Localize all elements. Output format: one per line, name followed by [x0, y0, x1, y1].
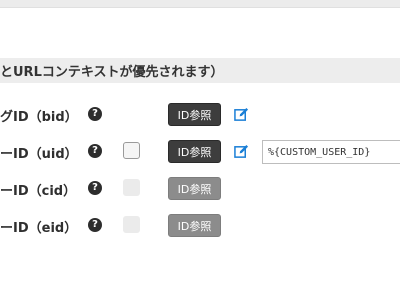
- top-divider: [0, 0, 400, 8]
- field-label-cid: ーID（cid）: [0, 184, 77, 199]
- id-row-cid: ーID（cid） ? ID参照: [0, 177, 400, 201]
- field-label-eid: ーID（eid）: [0, 221, 78, 236]
- id-reference-button-bid[interactable]: ID参照: [168, 103, 221, 126]
- enable-checkbox-eid[interactable]: [123, 216, 140, 233]
- id-row-eid: ーID（eid） ? ID参照: [0, 214, 400, 238]
- help-icon[interactable]: ?: [88, 181, 102, 195]
- edit-icon[interactable]: [234, 107, 249, 122]
- id-row-uid: ーID（uid） ? ID参照: [0, 140, 400, 164]
- id-row-bid: グID（bid） ? ID参照: [0, 103, 400, 127]
- id-reference-button-uid[interactable]: ID参照: [168, 140, 221, 163]
- custom-user-id-input[interactable]: [262, 140, 400, 164]
- help-icon[interactable]: ?: [88, 218, 102, 232]
- id-reference-button-eid[interactable]: ID参照: [168, 214, 221, 237]
- enable-checkbox-cid[interactable]: [123, 179, 140, 196]
- help-icon[interactable]: ?: [88, 144, 102, 158]
- page: とURLコンテキストが優先されます） グID（bid） ? ID参照 ーID（u…: [0, 0, 400, 292]
- enable-checkbox-uid[interactable]: [123, 142, 140, 159]
- field-label-bid: グID（bid）: [0, 110, 78, 125]
- field-label-uid: ーID（uid）: [0, 147, 78, 162]
- help-icon[interactable]: ?: [88, 107, 102, 121]
- edit-icon[interactable]: [234, 144, 249, 159]
- section-title: とURLコンテキストが優先されます）: [0, 65, 224, 80]
- id-reference-button-cid[interactable]: ID参照: [168, 177, 221, 200]
